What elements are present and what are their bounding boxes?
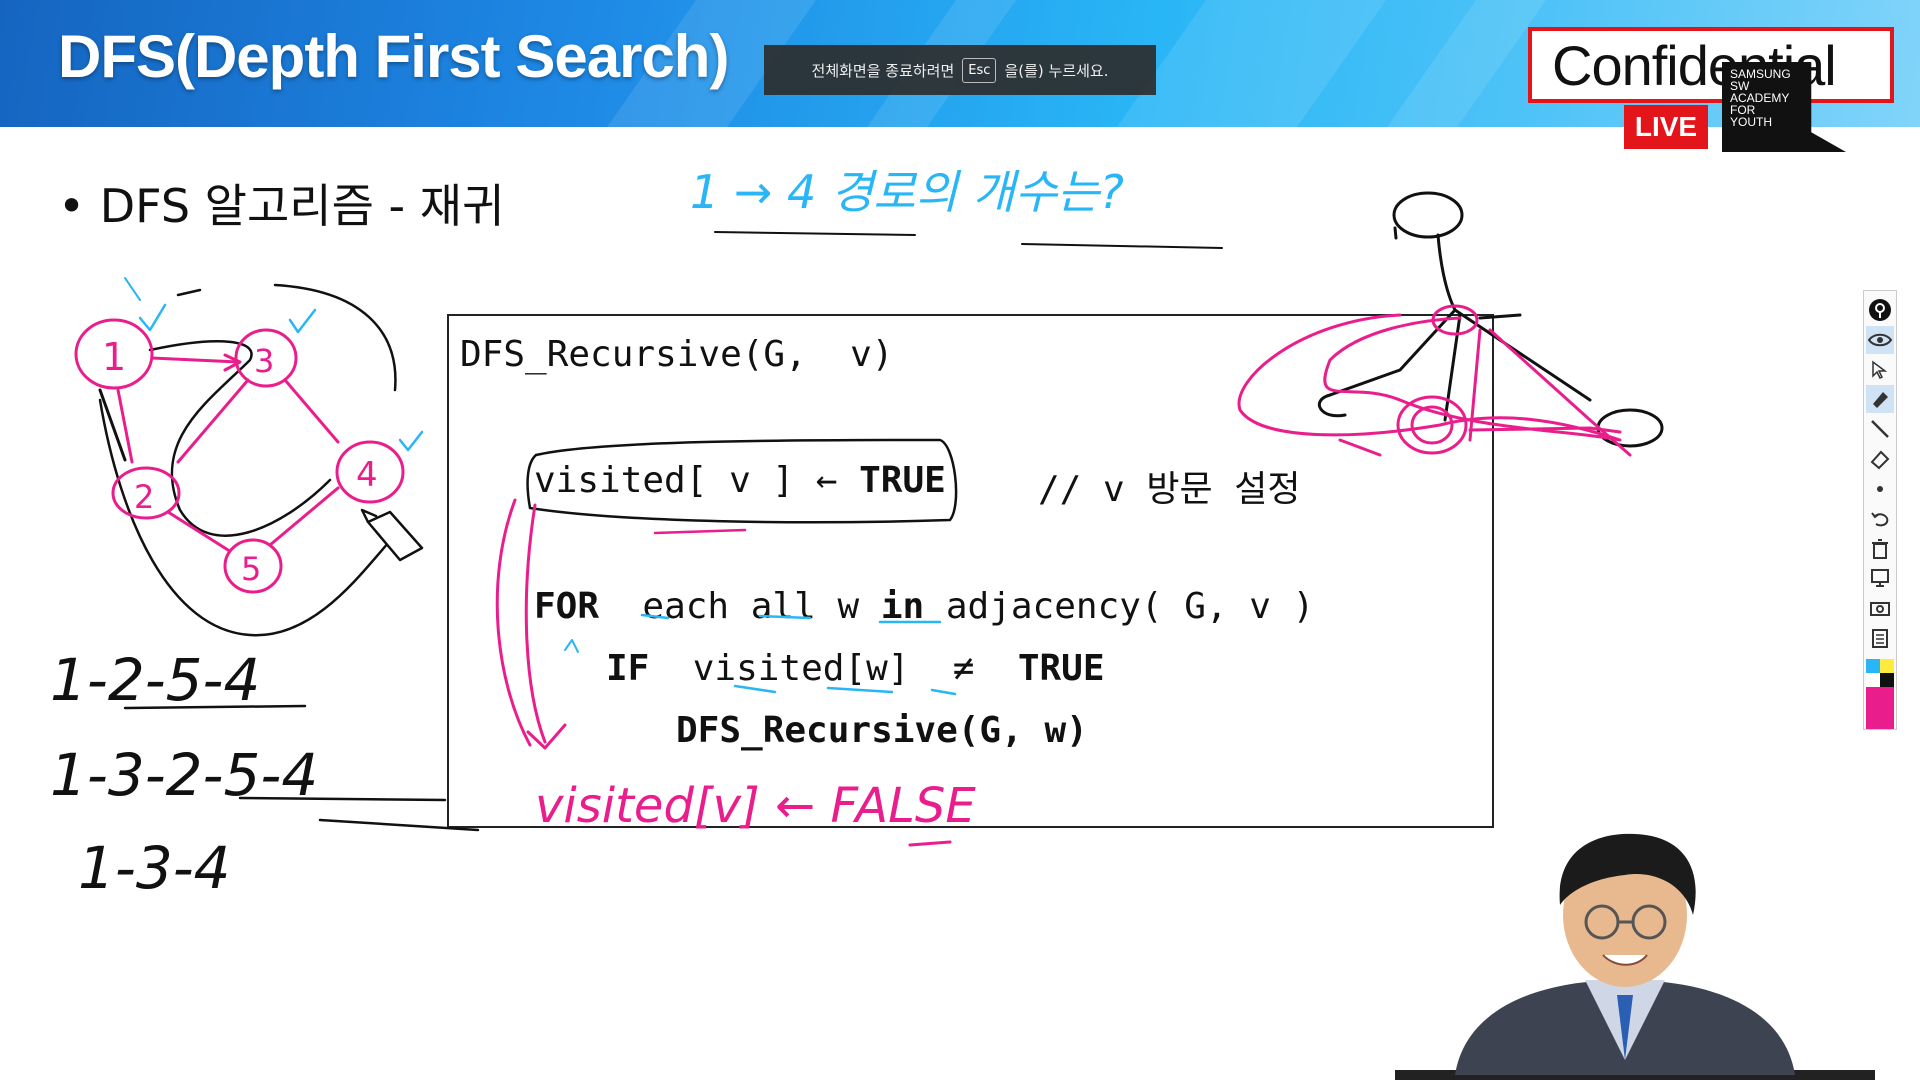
screen-icon[interactable]: [1866, 564, 1894, 592]
graph-node-5: [223, 538, 283, 594]
code-in-keyword: in: [880, 586, 925, 627]
fullscreen-exit-notice: 전체화면을 종료하려면 Esc 을(를) 누르세요.: [764, 45, 1156, 95]
trash-icon[interactable]: [1866, 535, 1894, 563]
color-swatch-black[interactable]: [1880, 672, 1894, 687]
graph-stroke: [176, 288, 202, 297]
graph-node-label: 3: [254, 342, 274, 380]
graph-stroke: [98, 388, 127, 462]
check-mark: [398, 430, 424, 452]
code-visited-line: visited[ v ] ← TRUE: [534, 460, 946, 501]
question-underline: [714, 231, 916, 236]
graph-edge-arrow: [223, 353, 242, 372]
presenter-figure: [1395, 833, 1875, 1080]
handwritten-question: 1 → 4 경로의 개수는?: [690, 165, 1124, 219]
graph-stroke: [148, 340, 332, 537]
presenter-webcam: [1395, 830, 1875, 1080]
bullet-text: DFS 알고리즘 - 재귀: [99, 179, 505, 233]
check-mark: [124, 277, 141, 301]
graph-edge: [176, 378, 250, 464]
highlighter-icon[interactable]: [1866, 385, 1894, 414]
color-palette: [1866, 658, 1894, 729]
graph-edge: [268, 486, 340, 547]
annotation-toolbar: [1863, 290, 1897, 730]
handwritten-path-2: 1-3-2-5-4: [50, 741, 318, 809]
graph-node-1: [74, 318, 154, 390]
path-underline: [238, 796, 447, 802]
check-mark: [288, 308, 317, 334]
graph-node-2: [111, 466, 181, 520]
figure-stroke: [1393, 226, 1398, 240]
question-underline: [1021, 243, 1223, 249]
confidential-watermark: Confidential: [1528, 27, 1894, 103]
dot-icon[interactable]: [1866, 475, 1894, 503]
graph-node-label: 2: [134, 478, 154, 516]
eraser-icon[interactable]: [1866, 445, 1894, 473]
slide-title: DFS(Depth First Search): [58, 23, 729, 90]
graph-node-label: 4: [356, 455, 378, 495]
color-swatch-magenta[interactable]: [1866, 686, 1894, 729]
camera-icon[interactable]: [1866, 594, 1894, 622]
graph-edge: [150, 356, 240, 364]
color-swatch-yellow[interactable]: [1880, 658, 1894, 673]
code-if-keyword: IF: [606, 648, 650, 689]
code-underline: [908, 840, 952, 847]
code-true-keyword: TRUE: [859, 460, 946, 501]
graph-stroke: [98, 398, 402, 637]
clipboard-icon[interactable]: [1866, 624, 1894, 652]
code-for-line: FOR each all w in adjacency( G, v ): [534, 586, 1314, 627]
code-if-condition: visited[w] ≠: [692, 648, 1018, 689]
live-badge: LIVE: [1624, 105, 1708, 149]
color-swatch-white[interactable]: [1866, 672, 1880, 687]
pencil-cursor-icon: [366, 510, 424, 562]
esc-key-badge: Esc: [962, 57, 997, 83]
path-underline: [123, 704, 307, 710]
figure-head: [1392, 191, 1464, 239]
graph-node-label: 1: [102, 335, 126, 379]
handwritten-path-3: 1-3-4: [78, 834, 231, 902]
bullet-heading: • DFS 알고리즘 - 재귀: [58, 179, 505, 233]
color-swatch-blue[interactable]: [1866, 658, 1880, 673]
graph-stroke: [273, 283, 397, 392]
undo-icon[interactable]: [1866, 505, 1894, 533]
cursor-icon[interactable]: [1866, 356, 1894, 384]
graph-node-label: 5: [241, 550, 261, 588]
handwritten-path-1: 1-2-5-4: [50, 646, 260, 714]
figure-node: [1596, 408, 1664, 448]
graph-edge: [116, 388, 134, 464]
figure-scribble: [1488, 328, 1632, 457]
notice-text-after: 을(를) 누르세요.: [1004, 61, 1109, 80]
pin-icon[interactable]: [1866, 296, 1894, 324]
code-if-true: TRUE: [1017, 648, 1105, 689]
code-for-mid: each all w: [642, 586, 881, 627]
code-for-keyword: FOR: [534, 586, 600, 627]
graph-edge: [166, 510, 230, 552]
pen-icon[interactable]: [1866, 415, 1894, 443]
check-mark: [138, 303, 167, 332]
graph-node-4: [335, 440, 405, 504]
notice-text-before: 전체화면을 종료하려면: [811, 61, 955, 80]
graph-node-3: [234, 328, 298, 388]
code-recursive-call: DFS_Recursive(G, w): [676, 710, 1088, 751]
graph-edge: [283, 378, 340, 444]
eye-icon[interactable]: [1866, 325, 1894, 354]
code-visited-comment: // v 방문 설정: [1038, 469, 1301, 510]
code-for-rest: adjacency( G, v ): [924, 586, 1315, 627]
code-signature: DFS_Recursive(G, v): [460, 334, 894, 375]
code-if-line: IF visited[w] ≠ TRUE: [606, 648, 1105, 689]
figure-stroke: [1436, 233, 1457, 312]
pencil-cursor-icon: [360, 508, 378, 524]
code-visited-prefix: visited[ v ] ←: [534, 460, 860, 501]
